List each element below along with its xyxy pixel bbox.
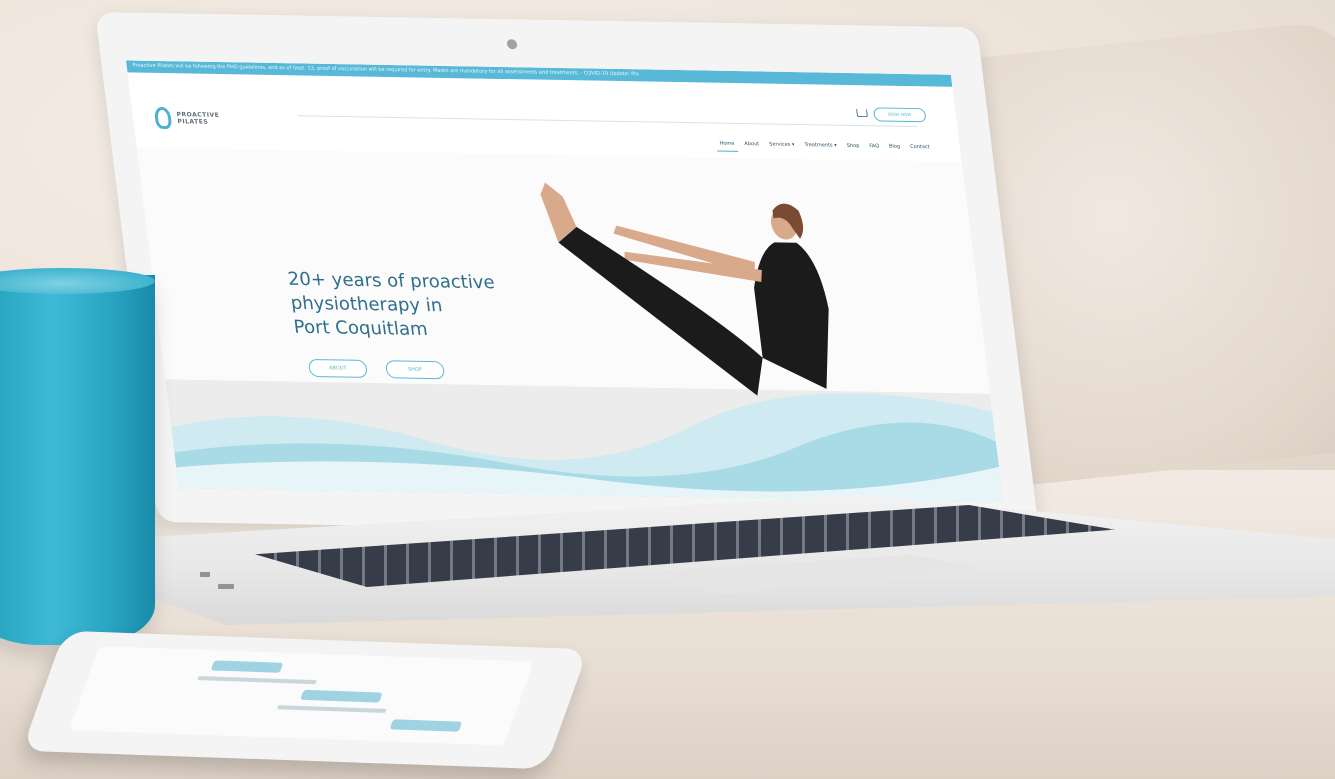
phone-thumb-3 [389,719,463,732]
book-now-button[interactable]: BOOK NOW [872,107,927,123]
nav-item-contact[interactable]: Contact [910,142,931,152]
smartphone [21,630,589,770]
logo-text: PROACTIVE PILATES [176,111,220,126]
hdmi-port [218,584,234,589]
pilates-woman-figure [540,182,829,396]
phone-text-line-2 [276,705,387,713]
header-divider [297,115,918,128]
laptop-lid: Proactive Pilates will be following the … [95,12,1040,538]
shop-button[interactable]: SHOP [384,360,446,380]
phone-screen [69,646,534,746]
logo-line-2: PILATES [177,118,209,126]
camera-icon [506,39,518,50]
main-nav: Home About Services ▾ Treatments ▾ Shop … [719,139,930,153]
nav-item-about[interactable]: About [744,139,760,149]
nav-item-shop[interactable]: Shop [846,141,860,151]
hero-section: 20+ years of proactive physiotherapy in … [136,147,1004,503]
pilates-logo-icon [153,106,173,130]
site-logo[interactable]: PROACTIVE PILATES [153,106,247,135]
phone-text-line-1 [197,675,318,685]
hero-headline: 20+ years of proactive physiotherapy in … [287,268,503,344]
about-button[interactable]: ABOUT [307,358,369,378]
hero-illustration [171,182,1004,503]
headline-line-2: physiotherapy in [289,292,444,317]
nav-item-faq[interactable]: FAQ [869,141,880,151]
headline-line-1: 20+ years of proactive [286,268,496,294]
usb-port [200,572,210,577]
cart-icon[interactable] [856,109,869,118]
laptop-screen: Proactive Pilates will be following the … [125,60,1004,503]
site-header: PROACTIVE PILATES BOOK NOW Home About Se… [127,72,961,161]
nav-item-treatments[interactable]: Treatments ▾ [804,140,837,151]
photo-scene: Proactive Pilates will be following the … [0,0,1335,779]
phone-thumb-1 [210,660,284,673]
nav-item-services[interactable]: Services ▾ [769,139,795,149]
phone-thumb-2 [300,689,383,703]
nav-item-home[interactable]: Home [719,139,735,149]
blue-mug [0,275,155,645]
nav-item-blog[interactable]: Blog [889,142,901,152]
headline-line-3: Port Coquitlam [292,316,429,341]
